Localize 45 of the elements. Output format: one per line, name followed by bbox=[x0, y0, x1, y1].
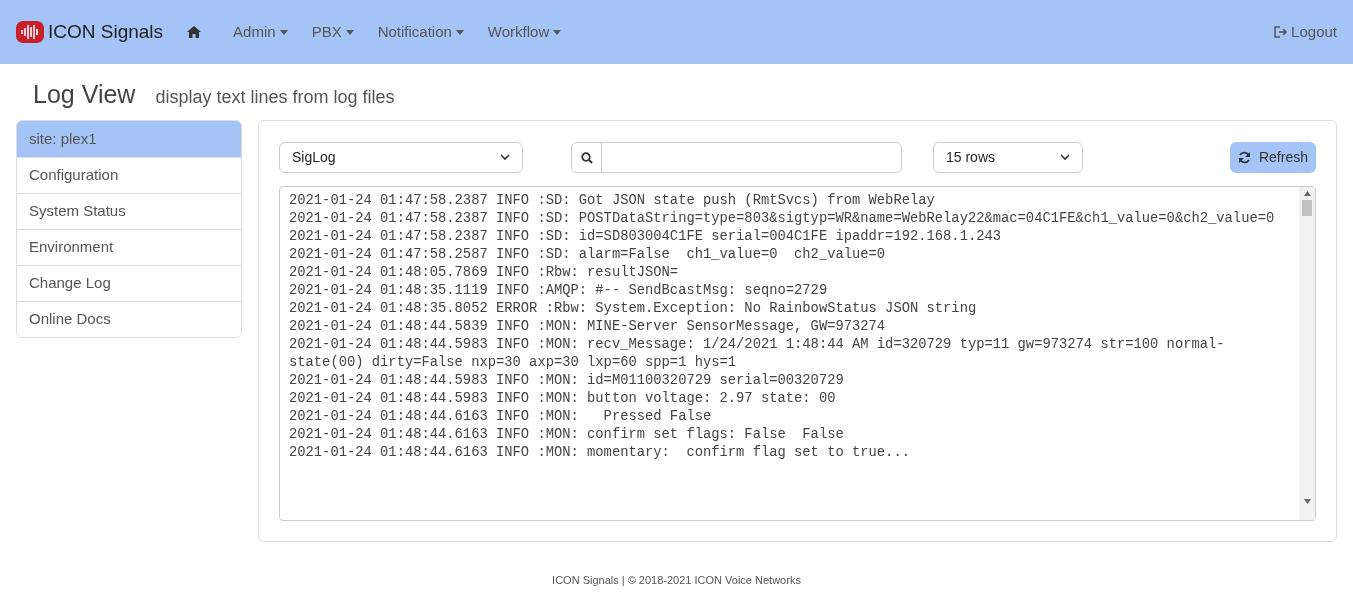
page-title: Log View bbox=[33, 79, 136, 110]
scrollbar[interactable] bbox=[1299, 187, 1315, 520]
refresh-icon bbox=[1237, 151, 1251, 164]
log-line: 2021-01-24 01:48:44.6163 INFO :MON: confirm set flags: False False bbox=[289, 426, 845, 444]
log-line: 2021-01-24 01:48:35.8052 ERROR :Rbw: System.Exception: No RainbowStatus JSON string bbox=[289, 300, 978, 318]
nav-menu[interactable]: Notification bbox=[377, 20, 464, 44]
sidebar-item[interactable]: Online Docs bbox=[17, 301, 241, 337]
caret-icon bbox=[553, 29, 562, 35]
footer-text: ICON Signals | © 2018-2021 ICON Voice Networks bbox=[552, 572, 801, 588]
chevron-icon bbox=[1060, 154, 1070, 161]
logout-icon bbox=[1274, 26, 1288, 38]
log-select[interactable]: SigLog bbox=[279, 142, 523, 173]
logout-link[interactable]: Logout bbox=[1274, 20, 1337, 44]
search-icon bbox=[580, 151, 593, 164]
log-line: 2021-01-24 01:48:05.7869 INFO :Rbw: resultJSON= bbox=[289, 264, 680, 282]
log-line: 2021-01-24 01:47:58.2387 INFO :SD: POSTDataString=type=803&sigtyp=WR&name=WebRelay22&mac=04C1FE&ch1_value=0&ch2_value=0 bbox=[289, 210, 1276, 228]
log-line: 2021-01-24 01:48:44.5983 INFO :MON: id=M01100320729 serial=00320729 bbox=[289, 372, 845, 390]
caret-icon bbox=[345, 29, 354, 35]
search-field[interactable] bbox=[571, 142, 902, 173]
log-line: 2021-01-24 01:47:58.2387 INFO :SD: id=SD803004C1FE serial=004C1FE ipaddr=192.168.1.243 bbox=[289, 228, 1003, 246]
nav-menu[interactable]: PBX bbox=[311, 20, 354, 44]
log-line: 2021-01-24 01:48:44.6163 INFO :MON: momentary: confirm flag set to true... bbox=[289, 444, 911, 462]
rows-select[interactable]: 15 rows bbox=[933, 142, 1083, 173]
log-line: 2021-01-24 01:48:44.5983 INFO :MON: button voltage: 2.97 state: 00 bbox=[289, 390, 837, 408]
brand-name[interactable]: ICON Signals bbox=[48, 17, 164, 47]
scroll-up-icon[interactable] bbox=[1303, 191, 1311, 196]
caret-icon bbox=[279, 29, 288, 35]
scroll-down-icon[interactable] bbox=[1303, 499, 1311, 504]
log-line: 2021-01-24 01:48:44.5839 INFO :MON: MINE-Server SensorMessage, GW=973274 bbox=[289, 318, 887, 336]
log-line: 2021-01-24 01:47:58.2387 INFO :SD: Got JSON state push (RmtSvcs) from WebRelay bbox=[289, 192, 936, 210]
page-subtitle: display text lines from log files bbox=[155, 86, 395, 109]
caret-icon bbox=[455, 29, 464, 35]
home-icon[interactable] bbox=[187, 26, 202, 38]
logo-icon bbox=[16, 21, 44, 43]
log-line: 2021-01-24 01:48:44.5983 INFO :MON: recv_Message: 1/24/2021 1:48:44 AM id=320729 typ=11 gw=973274 str=100 normal-state(00) dirty=False nxp=30 axp=30 lxp=60 spp=1 hys=1 bbox=[289, 336, 1226, 372]
log-line: 2021-01-24 01:47:58.2587 INFO :SD: alarm=False ch1_value=0 ch2_value=0 bbox=[289, 246, 887, 264]
refresh-button[interactable]: Refresh bbox=[1229, 142, 1316, 173]
chevron-icon bbox=[500, 154, 510, 161]
log-textarea[interactable] bbox=[279, 186, 1316, 521]
sidebar-item[interactable]: site: plex1 bbox=[17, 121, 241, 157]
nav-menu[interactable]: Admin bbox=[233, 20, 288, 44]
log-line: 2021-01-24 01:48:35.1119 INFO :AMQP: #-- SendBcastMsg: seqno=2729 bbox=[289, 282, 829, 300]
log-line: 2021-01-24 01:48:44.6163 INFO :MON: Pressed False bbox=[289, 408, 713, 426]
nav-menu[interactable]: Workflow bbox=[487, 20, 562, 44]
scrollbar-thumb[interactable] bbox=[1302, 200, 1312, 216]
